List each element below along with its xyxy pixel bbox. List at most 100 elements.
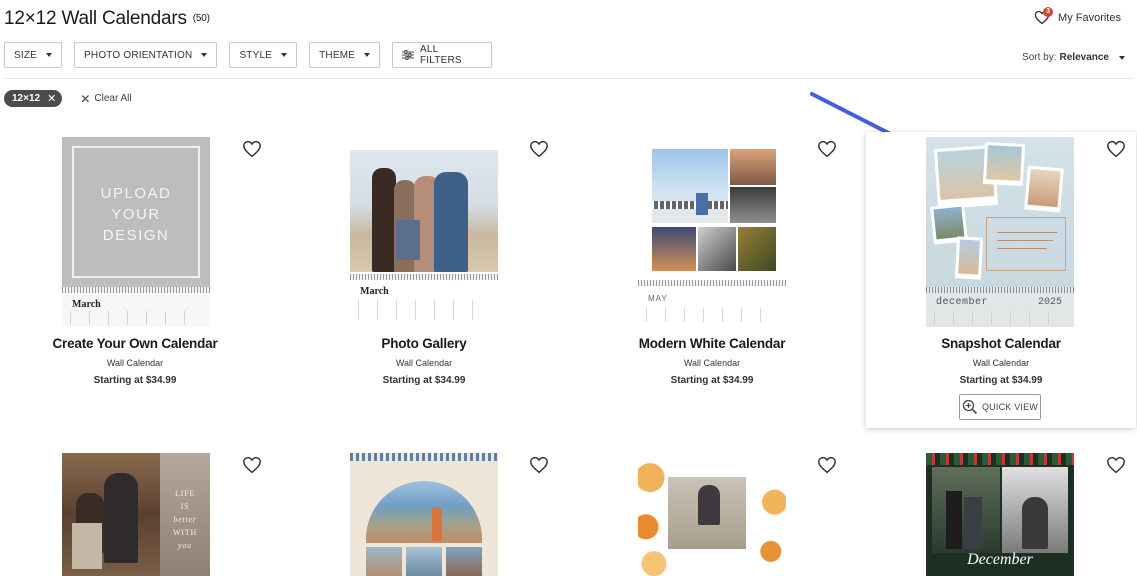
calendar-grid-lines xyxy=(934,311,1066,325)
product-price: Starting at $34.99 xyxy=(382,375,466,386)
caret-down-icon xyxy=(364,53,371,57)
theme-filter-label: THEME xyxy=(319,49,356,61)
product-thumbnail[interactable]: UPLOAD YOUR DESIGN March xyxy=(62,137,210,327)
active-filters: 12×12 ✕ ✕ Clear All xyxy=(4,90,132,107)
page-title: 12×12 Wall Calendars (50) xyxy=(4,8,210,30)
clear-all-label: Clear All xyxy=(94,93,132,104)
product-thumbnail[interactable] xyxy=(638,453,786,576)
sort-value: Relevance xyxy=(1059,52,1109,63)
product-name[interactable]: Modern White Calendar xyxy=(577,336,847,351)
heart-icon[interactable] xyxy=(242,140,262,158)
active-filter-chip[interactable]: 12×12 ✕ xyxy=(4,90,63,107)
upload-design-placeholder: UPLOAD YOUR DESIGN xyxy=(62,137,210,287)
favorites-count-badge: 3 xyxy=(1043,7,1054,17)
heart-icon[interactable] xyxy=(529,456,549,474)
product-thumbnail[interactable]: March xyxy=(350,137,498,327)
upload-text-line1: UPLOAD xyxy=(100,185,172,202)
calendar-month: March xyxy=(360,286,389,297)
quote-line: LIFE xyxy=(174,489,196,498)
heart-icon[interactable] xyxy=(1106,140,1126,158)
style-filter-button[interactable]: STYLE xyxy=(229,42,298,68)
calendar-year: 2025 xyxy=(1038,297,1063,308)
product-thumbnail[interactable] xyxy=(350,453,498,576)
heart-icon[interactable] xyxy=(529,140,549,158)
product-name[interactable]: Photo Gallery xyxy=(289,336,559,351)
caret-down-icon xyxy=(281,53,288,57)
autumn-leaves xyxy=(748,453,786,576)
heart-icon[interactable] xyxy=(242,456,262,474)
active-filter-chip-label: 12×12 xyxy=(12,93,41,104)
photo-tile xyxy=(730,149,776,185)
family-photo xyxy=(62,453,160,576)
pattern-border xyxy=(350,453,498,461)
product-thumbnail[interactable]: LIFE IS better WITH you xyxy=(62,453,210,576)
zoom-in-icon xyxy=(962,399,978,415)
product-card-create-your-own[interactable]: UPLOAD YOUR DESIGN March Create Your Own… xyxy=(0,132,270,428)
calendar-month: MAY xyxy=(648,294,668,303)
caret-down-icon xyxy=(1119,55,1125,60)
theme-filter-button[interactable]: THEME xyxy=(309,42,381,68)
all-filters-label: ALL FILTERS xyxy=(420,44,462,66)
product-name[interactable]: Create Your Own Calendar xyxy=(0,336,270,351)
page-title-text: 12×12 Wall Calendars xyxy=(4,8,187,29)
photo-tile xyxy=(652,227,696,271)
calendar-grid: March xyxy=(350,280,498,327)
photo-tile xyxy=(366,547,402,576)
product-type: Wall Calendar xyxy=(106,358,164,368)
sort-label: Sort by: xyxy=(1022,52,1057,63)
product-thumbnail[interactable]: December xyxy=(926,453,1074,576)
all-filters-button[interactable]: ALL FILTERS xyxy=(392,42,493,68)
my-favorites-link[interactable]: 3 My Favorites xyxy=(1034,7,1121,26)
sort-dropdown[interactable]: Sort by: Relevance xyxy=(1022,52,1125,63)
product-card-snapshot[interactable]: december 2025 Snapshot Calendar Wall Cal… xyxy=(866,132,1136,428)
favorites-heart-icon: 3 xyxy=(1034,7,1054,26)
family-photo-bw xyxy=(1002,467,1068,553)
product-price: Starting at $34.99 xyxy=(93,375,177,386)
caret-down-icon xyxy=(46,53,53,57)
product-price: Starting at $34.99 xyxy=(959,375,1043,386)
product-type: Wall Calendar xyxy=(972,358,1030,368)
calendar-grid-lines xyxy=(70,311,202,325)
upload-text: UPLOAD YOUR DESIGN xyxy=(62,183,210,246)
handwritten-note xyxy=(986,217,1066,271)
heart-icon[interactable] xyxy=(1106,456,1126,474)
product-name[interactable]: Snapshot Calendar xyxy=(866,336,1136,351)
photo-tile xyxy=(446,547,482,576)
close-icon: ✕ xyxy=(80,91,91,106)
calendar-grid: MAY xyxy=(638,286,786,327)
collage-photo xyxy=(954,236,984,280)
product-thumbnail[interactable]: MAY xyxy=(638,137,786,327)
close-icon[interactable]: ✕ xyxy=(47,92,56,105)
heart-icon[interactable] xyxy=(817,140,837,158)
calendar-grid: March xyxy=(62,293,210,327)
quote-line: you xyxy=(178,541,192,550)
photo-orientation-filter-label: PHOTO ORIENTATION xyxy=(84,49,193,61)
clear-all-button[interactable]: ✕ Clear All xyxy=(80,92,131,106)
product-thumbnail[interactable]: december 2025 xyxy=(926,137,1074,327)
photo-tile xyxy=(406,547,442,576)
photo-tile xyxy=(652,149,728,223)
product-card-5[interactable]: LIFE IS better WITH you xyxy=(0,448,270,576)
calendar-month: december xyxy=(936,297,989,308)
product-card-7[interactable] xyxy=(577,448,847,576)
product-card-8[interactable]: December xyxy=(866,448,1136,576)
result-count: (50) xyxy=(192,13,210,24)
heart-icon[interactable] xyxy=(817,456,837,474)
style-filter-label: STYLE xyxy=(239,49,273,61)
calendar-month: March xyxy=(72,299,101,310)
collage-photo xyxy=(982,141,1026,187)
family-photo xyxy=(932,467,1000,553)
product-card-6[interactable] xyxy=(289,448,559,576)
calendar-grid: december 2025 xyxy=(926,293,1074,327)
calendar-grid-lines xyxy=(646,308,778,322)
size-filter-button[interactable]: SIZE xyxy=(4,42,63,68)
quote-line: better xyxy=(173,515,197,524)
upload-text-line3: DESIGN xyxy=(102,227,170,244)
caret-down-icon xyxy=(201,53,208,57)
quick-view-label: QUICK VIEW xyxy=(981,402,1038,412)
product-card-photo-gallery[interactable]: March Photo Gallery Wall Calendar Starti… xyxy=(289,132,559,428)
calendar-month: December xyxy=(967,551,1033,568)
quick-view-button[interactable]: QUICK VIEW xyxy=(959,394,1041,420)
photo-orientation-filter-button[interactable]: PHOTO ORIENTATION xyxy=(74,42,218,68)
product-card-modern-white[interactable]: MAY Modern White Calendar Wall Calendar … xyxy=(577,132,847,428)
